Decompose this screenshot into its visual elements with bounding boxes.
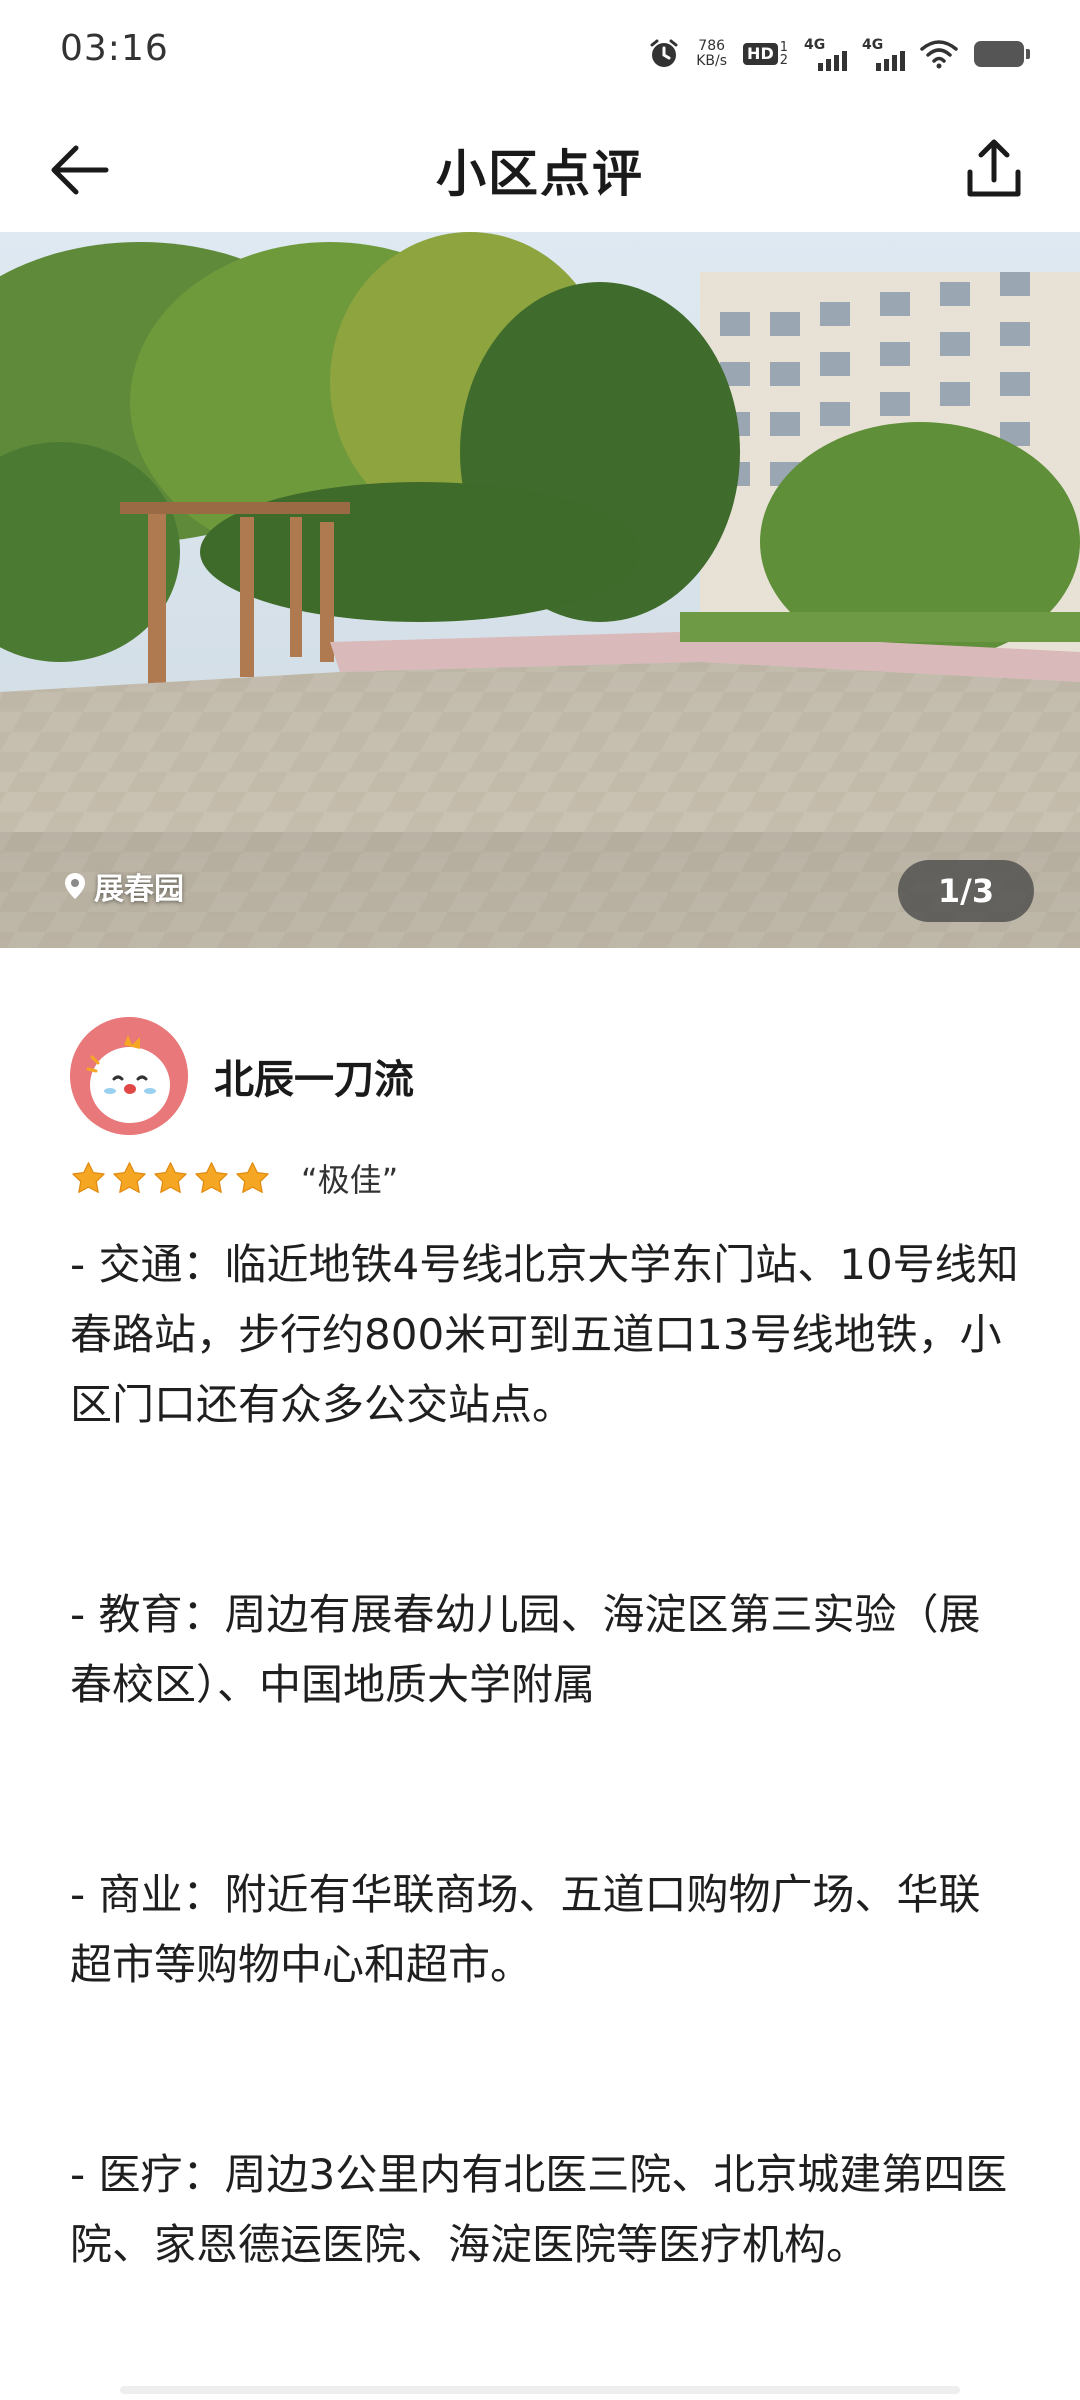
rating-label: “极佳” <box>301 1161 399 1199</box>
wifi-icon <box>920 40 958 69</box>
review-paragraph-commerce: - 商业：附近有华联商场、五道口购物广场、华联超市等购物中心和超市。 <box>70 1870 981 1989</box>
signal-icon-sim2: 4G <box>862 37 905 71</box>
battery-icon <box>974 41 1030 67</box>
star-icon <box>72 1161 105 1193</box>
author-row: 北辰一刀流 <box>70 1016 1020 1136</box>
photo-location-label: 展春园 <box>94 872 184 907</box>
net-speed-unit: KB/s <box>696 53 728 69</box>
share-button[interactable] <box>954 130 1034 210</box>
net-speed-value: 786 <box>698 38 726 54</box>
review-paragraph-medical: - 医疗：周边3公里内有北医三院、北京城建第四医院、家恩德运医院、海淀医院等医疗… <box>70 2150 1008 2269</box>
status-bar: 03:16 786 KB/s HD 1 2 4G 4G <box>0 0 1080 108</box>
star-icon <box>236 1161 269 1193</box>
review-paragraph-education: - 教育：周边有展春幼儿园、海淀区第三实验（展春校区）、中国地质大学附属 <box>70 1590 981 1709</box>
author-name[interactable]: 北辰一刀流 <box>214 1047 414 1105</box>
signal-icon-sim1: 4G <box>804 37 847 71</box>
hd-sub-2: 2 <box>779 53 788 68</box>
review-paragraph-transport: - 交通：临近地铁4号线北京大学东门站、10号线知春路站，步行约800米可到五道… <box>70 1240 1019 1429</box>
hd-icon: HD 1 2 <box>743 41 788 67</box>
rating-row: “极佳” <box>70 1156 1020 1200</box>
star-icon <box>154 1161 187 1193</box>
sim1-label: 4G <box>804 37 826 53</box>
avatar[interactable] <box>70 1017 188 1135</box>
star-icon <box>113 1161 146 1193</box>
community-photo[interactable]: 展春园 1/3 <box>0 232 1080 948</box>
page-title: 小区点评 <box>436 145 644 203</box>
share-icon <box>967 139 1021 197</box>
sim2-label: 4G <box>862 37 884 53</box>
photo-location-tag: 展春园 <box>64 864 184 908</box>
rating-stars <box>70 1160 271 1197</box>
review-body: - 交通：临近地铁4号线北京大学东门站、10号线知春路站，步行约800米可到五道… <box>70 1230 1020 2280</box>
next-content-hint <box>120 2386 960 2394</box>
photo-counter: 1/3 <box>898 860 1034 922</box>
header: 小区点评 <box>0 108 1080 232</box>
avatar-mascot-icon <box>70 1017 188 1135</box>
status-time: 03:16 <box>60 28 169 69</box>
photo-image <box>0 232 1080 948</box>
location-pin-icon <box>65 873 85 899</box>
status-icons: 786 KB/s HD 1 2 4G 4G <box>648 30 1030 78</box>
review-card: 北辰一刀流 “极佳” - 交通：临近地铁4号线北京大学东门站、10号线知春路站，… <box>70 1016 1020 2280</box>
alarm-icon <box>650 39 678 67</box>
star-icon <box>195 1161 228 1193</box>
net-speed: 786 KB/s <box>696 39 727 69</box>
hd-label: HD <box>743 43 778 65</box>
